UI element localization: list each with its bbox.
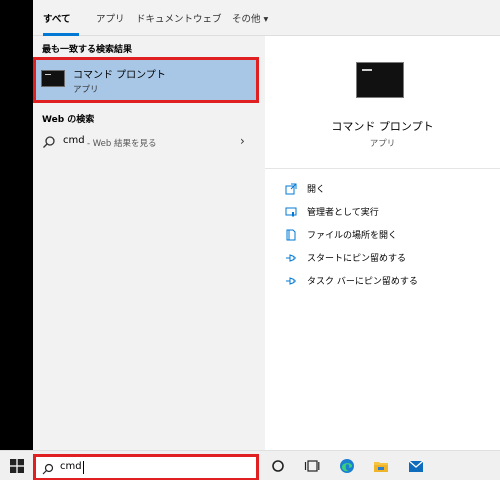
search-input[interactable]: cmd bbox=[60, 461, 82, 472]
file-location-icon bbox=[286, 229, 296, 241]
tab-more[interactable]: その他 ▾ bbox=[232, 11, 268, 25]
command-prompt-icon bbox=[356, 62, 404, 98]
desktop-edge bbox=[0, 0, 33, 450]
action-label: スタートにピン留めする bbox=[307, 254, 407, 264]
run-as-admin-icon bbox=[285, 207, 297, 217]
web-search-result[interactable]: cmd - Web 結果を見る › bbox=[33, 130, 263, 154]
edge-icon[interactable] bbox=[339, 458, 355, 474]
pin-icon bbox=[286, 277, 296, 285]
pin-icon bbox=[286, 254, 296, 262]
taskbar: cmd bbox=[0, 450, 500, 480]
details-app-name: コマンド プロンプト bbox=[331, 120, 434, 133]
action-label: タスク バーにピン留めする bbox=[307, 277, 418, 287]
search-icon bbox=[43, 136, 55, 148]
windows-start-icon[interactable] bbox=[10, 459, 24, 473]
taskbar-search-box[interactable]: cmd bbox=[33, 454, 259, 480]
action-label: ファイルの場所を開く bbox=[307, 231, 398, 241]
tab-documents[interactable]: ドキュメント bbox=[136, 11, 193, 25]
action-label: 管理者として実行 bbox=[307, 208, 379, 218]
tab-web[interactable]: ウェブ bbox=[193, 11, 222, 25]
details-pane: コマンド プロンプト アプリ 開く 管理者として実行 ファイルの場所を開く スタ… bbox=[265, 36, 500, 450]
search-icon bbox=[42, 463, 54, 475]
task-view-icon[interactable] bbox=[304, 458, 320, 474]
web-hint: - Web 結果を見る bbox=[87, 139, 157, 149]
results-pane: 最も一致する検索結果 コマンド プロンプト アプリ Web の検索 cmd - … bbox=[33, 36, 263, 450]
tab-apps[interactable]: アプリ bbox=[96, 11, 125, 25]
divider bbox=[265, 168, 500, 169]
text-caret bbox=[83, 461, 84, 474]
mail-icon[interactable] bbox=[408, 458, 424, 474]
cortana-icon[interactable] bbox=[270, 458, 286, 474]
details-app-type: アプリ bbox=[369, 139, 396, 149]
file-explorer-icon[interactable] bbox=[373, 458, 389, 474]
web-query: cmd bbox=[63, 135, 85, 146]
best-match-header: 最も一致する検索結果 bbox=[42, 45, 133, 55]
search-tab-bar: すべて アプリ ドキュメント ウェブ その他 ▾ bbox=[33, 0, 500, 36]
tab-all[interactable]: すべて bbox=[43, 11, 70, 25]
highlight-annotation bbox=[33, 57, 259, 103]
chevron-right-icon[interactable]: › bbox=[240, 134, 245, 148]
web-search-header: Web の検索 bbox=[42, 115, 95, 125]
open-icon bbox=[285, 183, 297, 195]
action-label: 開く bbox=[307, 185, 326, 195]
search-panel: すべて アプリ ドキュメント ウェブ その他 ▾ 最も一致する検索結果 コマンド… bbox=[33, 0, 500, 450]
